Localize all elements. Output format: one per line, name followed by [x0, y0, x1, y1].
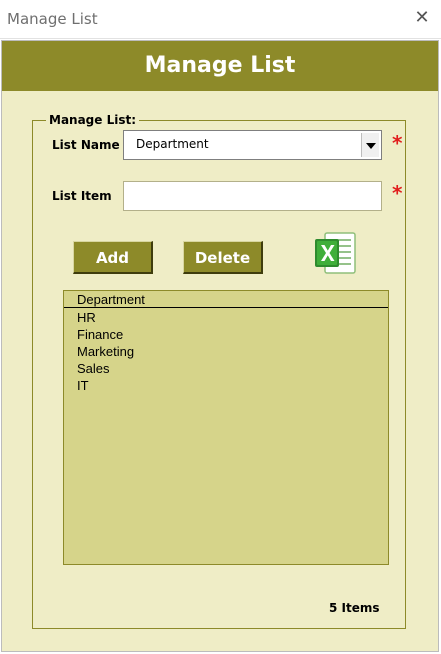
list-item[interactable]: HR — [77, 309, 134, 326]
window-title: Manage List — [7, 10, 98, 28]
add-button[interactable]: Add — [73, 241, 153, 274]
list-name-dropdown[interactable]: Department — [123, 130, 382, 160]
window-titlebar: Manage List ✕ — [0, 0, 441, 39]
list-name-label: List Name — [52, 138, 120, 152]
group-label: Manage List: — [46, 113, 140, 127]
list-item[interactable]: Marketing — [77, 343, 134, 360]
list-name-value: Department — [136, 137, 209, 151]
list-column-header: Department — [64, 291, 388, 308]
list-item[interactable]: IT — [77, 377, 134, 394]
list-items-box[interactable]: Department HR Finance Marketing Sales IT — [63, 290, 389, 565]
excel-icon[interactable] — [313, 230, 359, 276]
form-header: Manage List — [2, 41, 438, 91]
list-item[interactable]: Sales — [77, 360, 134, 377]
list-item-input[interactable] — [123, 181, 382, 211]
list-item-label: List Item — [52, 189, 112, 203]
close-icon[interactable]: ✕ — [411, 7, 433, 29]
list-rows: HR Finance Marketing Sales IT — [77, 309, 134, 394]
item-count: 5 Items — [329, 601, 380, 615]
required-marker: * — [392, 181, 403, 205]
list-item[interactable]: Finance — [77, 326, 134, 343]
list-header-label: Department — [77, 292, 145, 307]
delete-button[interactable]: Delete — [183, 241, 263, 274]
manage-list-form: Manage List Manage List: List Name Depar… — [1, 40, 439, 652]
required-marker: * — [392, 131, 403, 155]
chevron-down-icon[interactable] — [361, 133, 379, 157]
